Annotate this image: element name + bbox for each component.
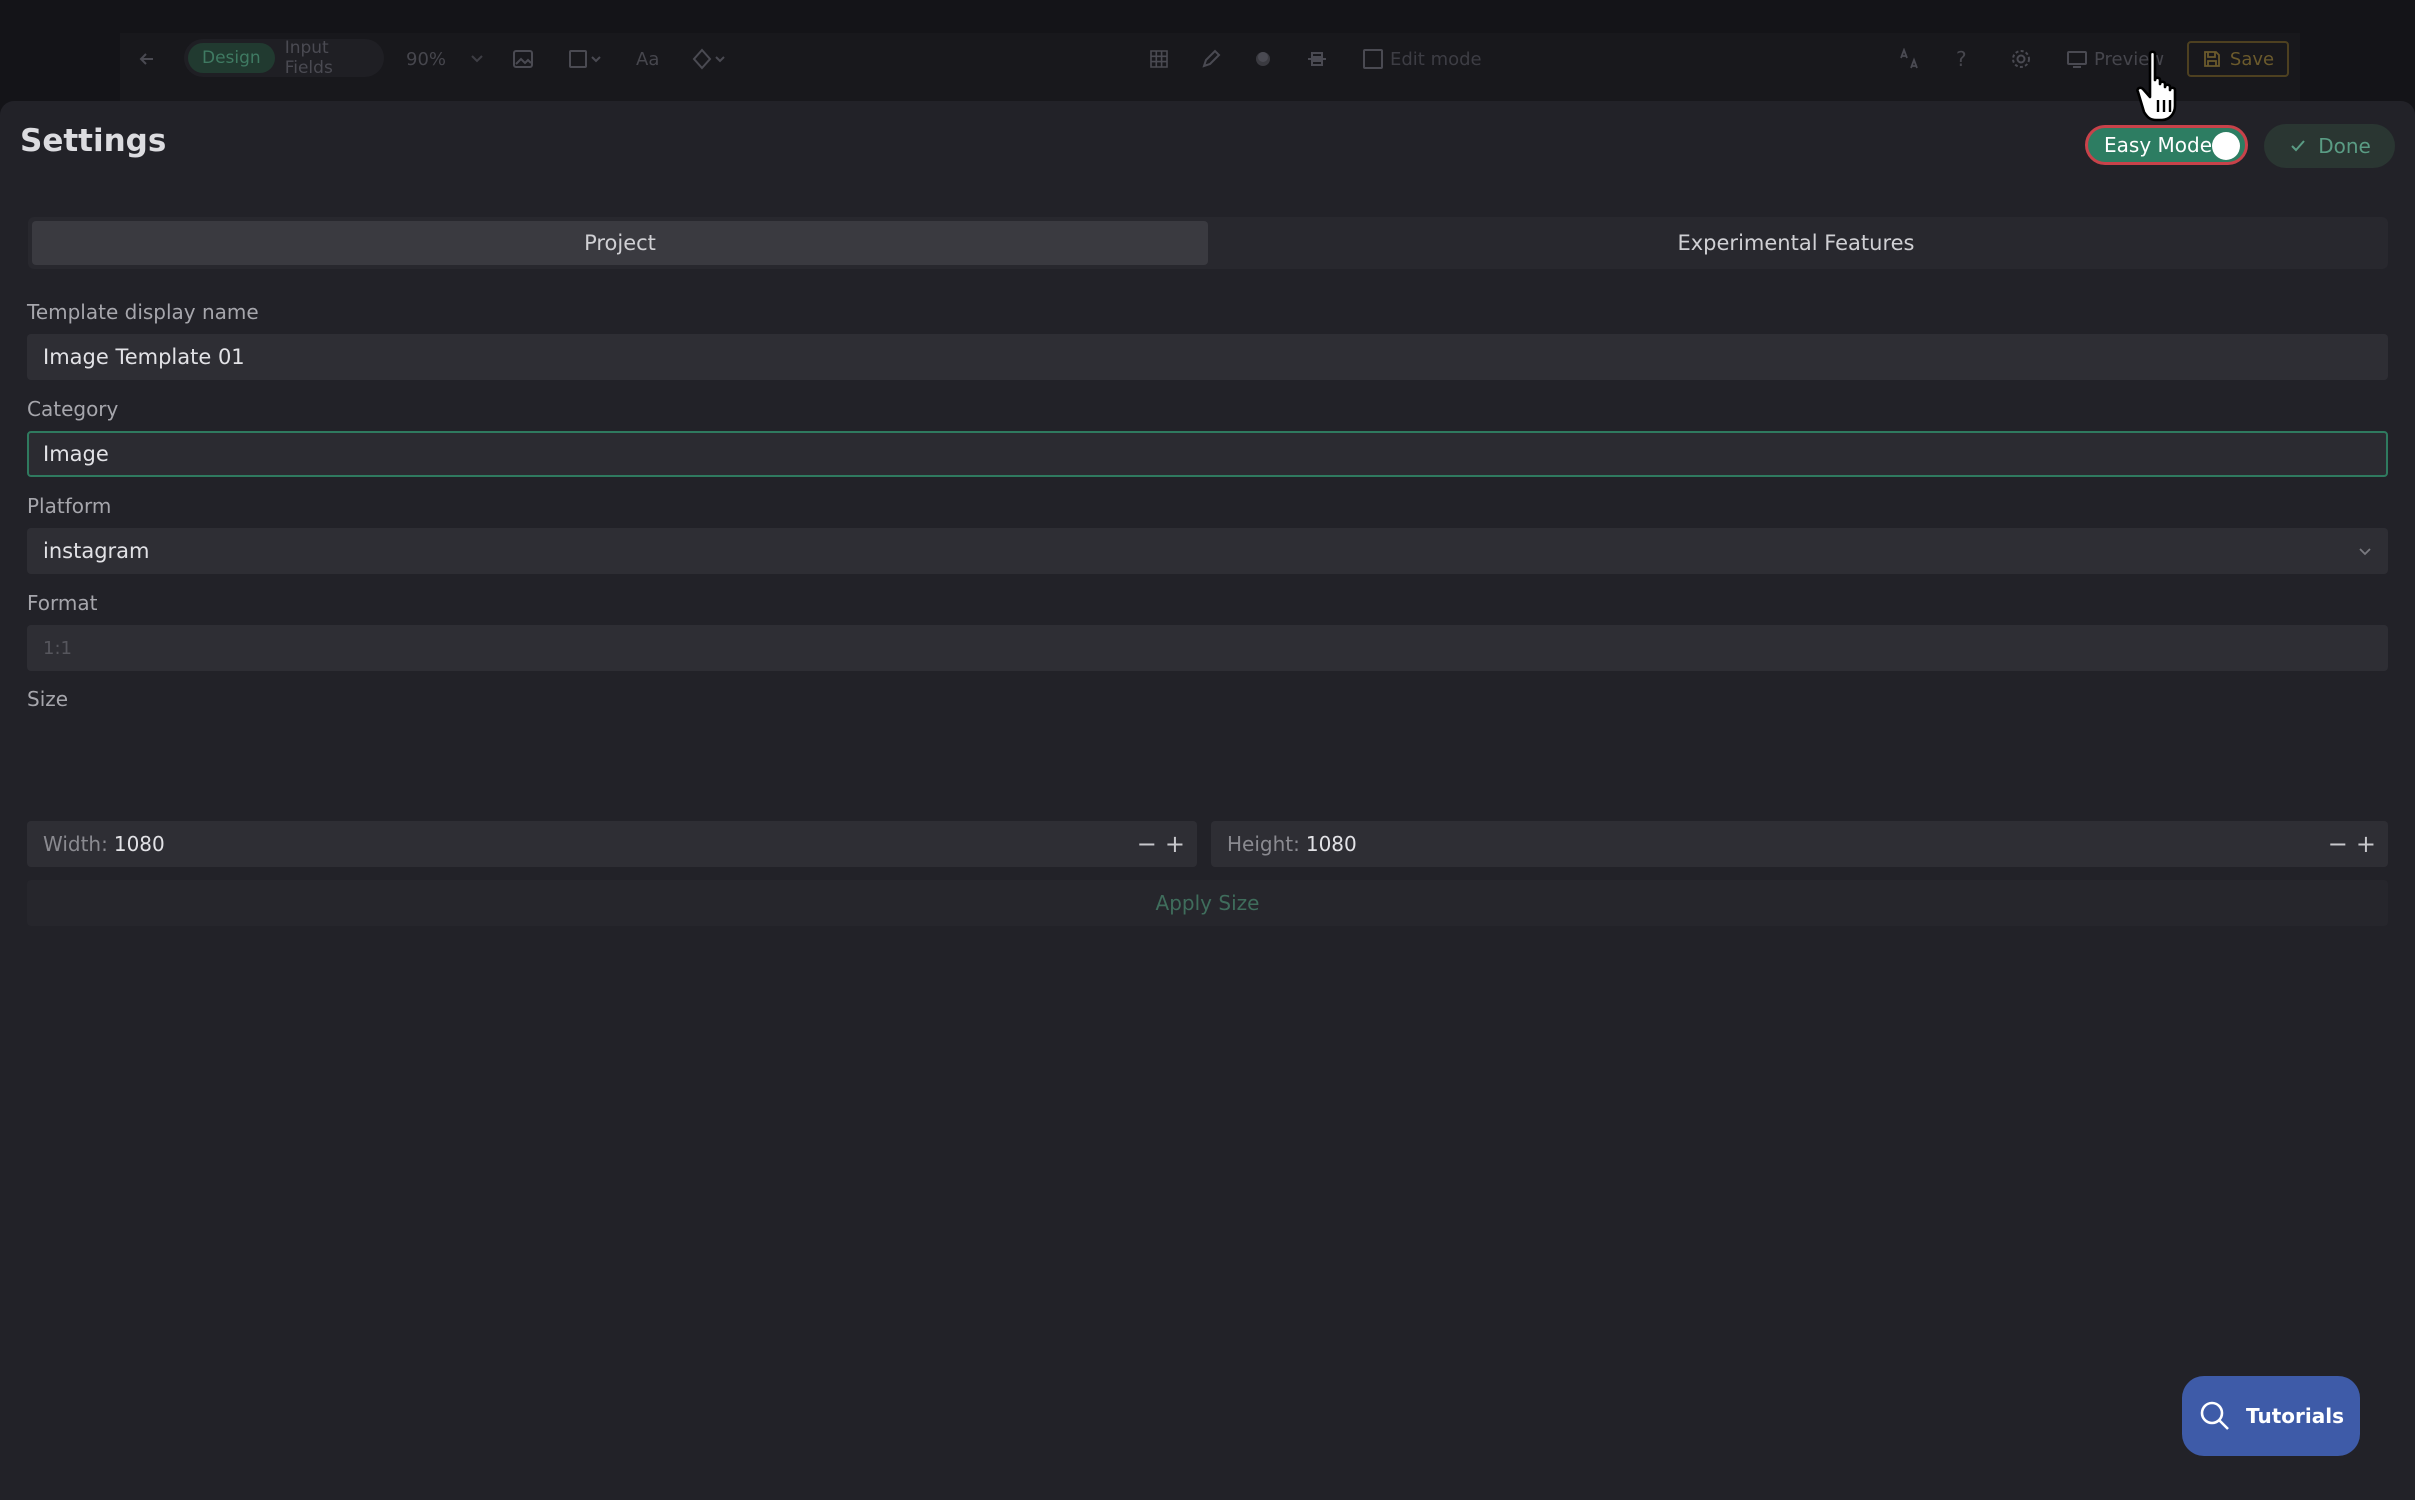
zoom-select[interactable]: 90% [406, 24, 484, 94]
settings-panel: Settings Easy Mode Done Project Experime… [0, 101, 2415, 1500]
image-icon[interactable] [512, 24, 534, 94]
zoom-value: 90% [406, 48, 447, 70]
format-label: Format [27, 591, 98, 615]
template-name-value: Image Template 01 [43, 345, 245, 369]
font-label: Aa [636, 48, 660, 70]
pen-icon[interactable] [1200, 24, 1222, 94]
question-icon[interactable]: ? [1956, 24, 1967, 94]
hand-pointer-icon [2136, 50, 2177, 122]
save-label: Save [2229, 48, 2275, 70]
tutorials-button[interactable]: Tutorials [2182, 1376, 2360, 1456]
toggle-knob [2212, 132, 2240, 160]
width-label: Width: [43, 832, 108, 856]
width-increment-button[interactable]: + [1165, 830, 1185, 858]
category-input[interactable]: Image [27, 431, 2388, 477]
mode-switch[interactable]: Design Input Fields [184, 38, 384, 78]
mode-design-button[interactable]: Design [188, 43, 275, 73]
edit-mode-label: Edit mode [1390, 48, 1482, 70]
height-label: Height: [1227, 832, 1300, 856]
gear-icon[interactable] [2010, 24, 2032, 94]
apply-size-button[interactable]: Apply Size [27, 880, 2388, 926]
height-value: 1080 [1305, 832, 1357, 856]
check-icon [2291, 140, 2305, 152]
droplet-icon[interactable] [1252, 24, 1274, 94]
height-increment-button[interactable]: + [2356, 830, 2376, 858]
platform-select[interactable]: instagram [27, 528, 2388, 574]
width-decrement-button[interactable]: − [1137, 830, 1157, 858]
square-icon[interactable] [568, 24, 604, 94]
tutorials-label: Tutorials [2246, 1404, 2344, 1428]
platform-label: Platform [27, 494, 112, 518]
height-input[interactable]: Height: 1080 − + [1211, 821, 2388, 867]
search-icon [2200, 1401, 2229, 1430]
category-label: Category [27, 397, 119, 421]
easy-mode-toggle[interactable]: Easy Mode [2085, 125, 2248, 165]
tab-experimental-features[interactable]: Experimental Features [1208, 221, 2384, 265]
template-name-label: Template display name [27, 300, 259, 324]
edit-mode-button[interactable]: Edit mode [1362, 24, 1482, 94]
easy-mode-label: Easy Mode [2104, 133, 2212, 157]
text-tool-button[interactable]: Aa [636, 24, 659, 94]
text-size-icon[interactable] [1898, 24, 1920, 94]
template-name-input[interactable]: Image Template 01 [27, 334, 2388, 380]
size-label: Size [27, 687, 69, 711]
done-label: Done [2318, 134, 2371, 158]
back-icon[interactable] [136, 24, 158, 94]
monitor-icon [2067, 51, 2087, 68]
height-stepper: − + [2328, 821, 2376, 867]
align-center-icon[interactable] [1306, 24, 1328, 94]
frame-icon [1363, 49, 1383, 69]
tab-project[interactable]: Project [32, 221, 1208, 265]
page-title: Settings [20, 123, 167, 159]
format-input: 1:1 [27, 625, 2388, 671]
width-input[interactable]: Width: 1080 − + [27, 821, 1197, 867]
width-value: 1080 [113, 832, 165, 856]
height-decrement-button[interactable]: − [2328, 830, 2348, 858]
grid-icon[interactable] [1148, 24, 1170, 94]
diamond-icon[interactable] [692, 24, 728, 94]
save-button[interactable]: Save [2187, 41, 2289, 77]
platform-value: instagram [43, 539, 150, 563]
width-stepper: − + [1137, 821, 1185, 867]
settings-tabs: Project Experimental Features [28, 217, 2388, 269]
save-icon [2204, 51, 2220, 67]
category-value: Image [43, 442, 109, 466]
chevron-down-icon [471, 55, 483, 63]
mode-input-fields-button[interactable]: Input Fields [275, 38, 380, 78]
chevron-down-icon [2359, 548, 2371, 556]
done-button[interactable]: Done [2264, 124, 2395, 168]
format-value: 1:1 [43, 637, 72, 659]
